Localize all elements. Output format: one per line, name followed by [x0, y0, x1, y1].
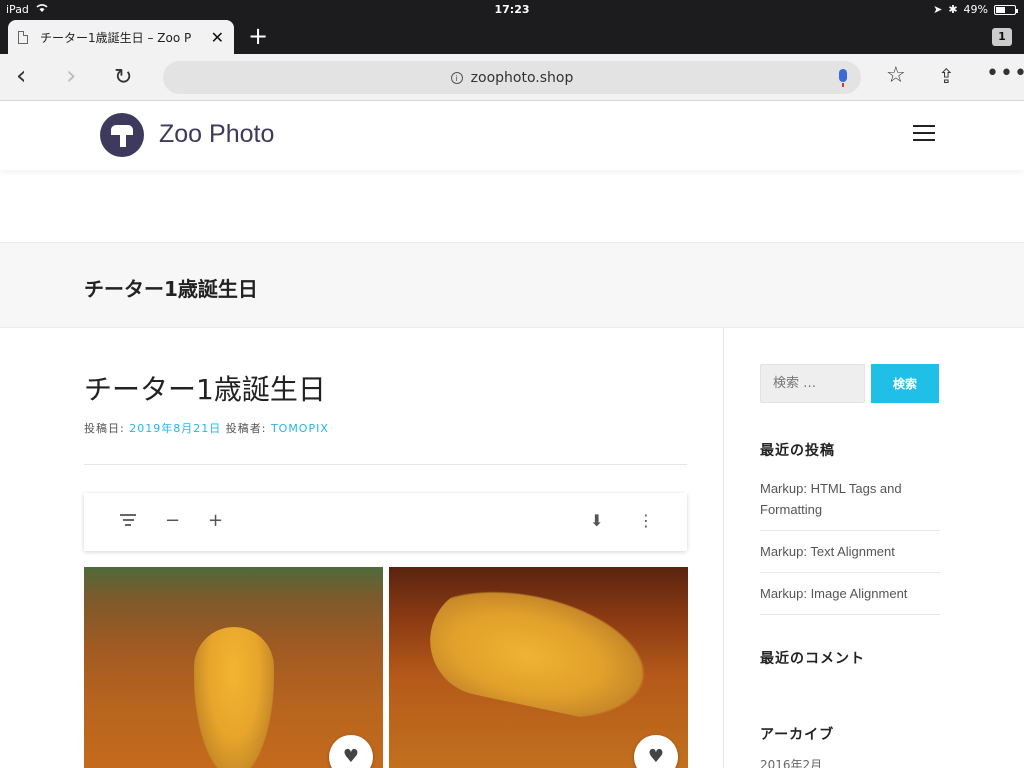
bluetooth-icon: ✱	[948, 3, 958, 16]
minus-icon[interactable]: −	[165, 511, 180, 531]
filter-icon[interactable]	[120, 511, 136, 529]
tab-count[interactable]: 1	[992, 28, 1012, 46]
browser-tab[interactable]: チーター1歳誕生日 – Zoo P ✕	[8, 20, 234, 54]
document-icon	[18, 30, 28, 44]
battery-fill	[996, 6, 1005, 13]
reload-icon[interactable]: ↻	[114, 65, 132, 91]
gallery-photo[interactable]: ♥	[84, 567, 383, 768]
share-icon[interactable]: ⇪	[938, 64, 955, 88]
battery-icon	[994, 4, 1018, 15]
battery-percent: 49%	[963, 3, 988, 16]
site-logo[interactable]	[100, 113, 144, 157]
recent-post-link[interactable]: Markup: Text Alignment	[760, 541, 940, 573]
status-bar: iPad 17:23 ➤ ✱ 49%	[0, 0, 1024, 20]
heart-icon[interactable]: ♥	[634, 735, 678, 768]
address-bar[interactable]: i zoophoto.shop	[163, 61, 861, 94]
post-author-link[interactable]: TOMOPIX	[271, 422, 329, 435]
site-header: Zoo Photo	[0, 101, 1024, 170]
hamburger-menu-icon[interactable]	[913, 125, 935, 143]
status-right: ➤ ✱ 49%	[933, 3, 1018, 16]
search-button[interactable]: 検索	[871, 364, 939, 403]
recent-comments-title: 最近のコメント	[760, 651, 865, 667]
browser-chrome: iPad 17:23 ➤ ✱ 49% チーター1歳誕生日 – Zoo P ✕ +…	[0, 0, 1024, 54]
new-tab-button[interactable]: +	[248, 24, 268, 48]
hamburger-line	[913, 132, 935, 134]
plus-icon[interactable]: +	[208, 511, 223, 531]
recent-post-link[interactable]: Markup: Image Alignment	[760, 583, 940, 615]
page-title: チーター1歳誕生日	[84, 277, 258, 301]
tab-title: チーター1歳誕生日 – Zoo P	[40, 30, 192, 45]
recent-post-link[interactable]: Markup: HTML Tags and Formatting	[760, 478, 940, 531]
recent-posts-title: 最近の投稿	[760, 443, 835, 459]
logo-glyph-stem	[120, 134, 126, 147]
chevron-left-icon[interactable]: ‹	[16, 63, 26, 89]
main-content: チーター1歳誕生日 投稿日: 2019年8月21日 投稿者: TOMOPIX −…	[0, 328, 724, 768]
star-icon[interactable]: ☆	[886, 64, 906, 88]
cheetah-figure	[194, 627, 274, 768]
hamburger-line	[913, 125, 935, 127]
post-title: チーター1歳誕生日	[84, 373, 326, 406]
kebab-icon[interactable]: ⋮	[638, 511, 654, 531]
archive-title: アーカイブ	[760, 727, 835, 743]
download-icon[interactable]: ⬇	[590, 511, 603, 531]
author-label: 投稿者:	[225, 422, 267, 435]
cheetah-figure	[419, 575, 659, 729]
url-text: zoophoto.shop	[470, 69, 574, 86]
posted-label: 投稿日:	[84, 422, 125, 435]
post-meta: 投稿日: 2019年8月21日 投稿者: TOMOPIX	[84, 420, 329, 436]
recent-posts-list: Markup: HTML Tags and Formatting Markup:…	[760, 478, 940, 625]
post-date-link[interactable]: 2019年8月21日	[129, 422, 221, 435]
heart-icon[interactable]: ♥	[329, 735, 373, 768]
gallery-photo[interactable]: ♥	[389, 567, 688, 768]
location-icon: ➤	[933, 3, 943, 16]
info-icon[interactable]: i	[450, 71, 463, 84]
site-title[interactable]: Zoo Photo	[159, 120, 274, 149]
page-title-band: チーター1歳誕生日	[0, 242, 1024, 328]
hamburger-line	[913, 139, 935, 141]
gallery-toolbar: − + ⬇ ⋮	[84, 493, 687, 551]
search-input[interactable]	[760, 364, 865, 403]
status-time: 17:23	[494, 3, 530, 16]
content-divider	[84, 464, 687, 465]
more-icon[interactable]: •••	[986, 62, 1024, 86]
browser-toolbar: ‹ › ↻ i zoophoto.shop ☆ ⇪ •••	[0, 54, 1024, 101]
archive-link[interactable]: 2016年2月	[760, 756, 822, 768]
microphone-icon[interactable]	[839, 69, 847, 87]
chevron-right-icon[interactable]: ›	[66, 63, 76, 89]
close-tab-icon[interactable]: ✕	[211, 28, 224, 47]
